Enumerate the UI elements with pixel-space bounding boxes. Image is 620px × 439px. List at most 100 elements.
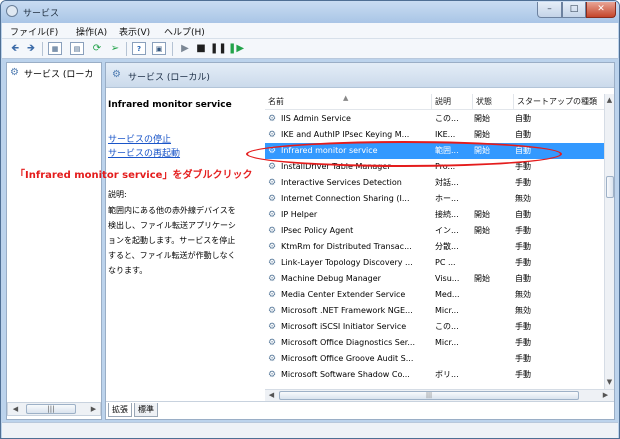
cell-name: IKE and AuthIP IPsec Keying M... xyxy=(281,130,410,139)
scroll-thumb[interactable]: ||| xyxy=(279,391,579,400)
scroll-right-arrow-icon[interactable]: ▶ xyxy=(87,403,100,415)
pause-service-icon[interactable]: ❚❚ xyxy=(210,42,227,55)
table-row[interactable]: ⚙ Microsoft Office Diagnostics Ser... Micr… xyxy=(265,335,604,351)
service-gear-icon: ⚙ xyxy=(268,146,277,156)
scroll-down-arrow-icon[interactable]: ▼ xyxy=(603,376,616,388)
tab-extended[interactable]: 拡張 xyxy=(108,403,132,417)
services-app-icon xyxy=(6,5,18,17)
column-header-description[interactable]: 説明 xyxy=(432,94,473,110)
restart-service-icon[interactable]: ❚▶ xyxy=(228,42,244,55)
forward-arrow-icon[interactable]: 🡺 xyxy=(24,42,38,55)
column-header-status[interactable]: 状態 xyxy=(473,94,514,110)
description-label: 説明: xyxy=(108,190,127,199)
help-icon[interactable]: ? xyxy=(132,42,146,55)
menu-help[interactable]: ヘルプ(H) xyxy=(164,25,205,38)
column-header-startup-type[interactable]: スタートアップの種類 xyxy=(514,94,604,110)
table-row[interactable]: ⚙ IP Helper 接続... 開始 自動 xyxy=(265,207,604,223)
table-row[interactable]: ⚙ IPsec Policy Agent イン... 開始 手動 xyxy=(265,223,604,239)
cell-startup: 無効 xyxy=(515,290,531,299)
table-row[interactable]: ⚙ Media Center Extender Service Med... 無効 xyxy=(265,287,604,303)
annotation-instruction: 「Infrared monitor service」をダブルクリック xyxy=(15,170,253,181)
cell-name: Interactive Services Detection xyxy=(281,178,402,187)
cell-name: Microsoft Office Groove Audit S... xyxy=(281,354,414,363)
cell-desc: IKE... xyxy=(435,130,456,139)
service-gear-icon: ⚙ xyxy=(268,178,277,188)
cell-desc xyxy=(435,351,473,367)
table-row[interactable]: ⚙ Machine Debug Manager Visu... 開始 自動 xyxy=(265,271,604,287)
list-vertical-scrollbar[interactable]: ▲ ▼ xyxy=(604,94,614,389)
menu-view[interactable]: 表示(V) xyxy=(119,25,150,38)
minimize-button[interactable]: – xyxy=(537,2,562,18)
menu-bar: ファイル(F) 操作(A) 表示(V) ヘルプ(H) xyxy=(2,23,618,39)
cell-status xyxy=(474,255,514,271)
cell-startup: 自動 xyxy=(515,114,531,123)
table-row[interactable]: ⚙ Infrared monitor service 範囲... 開始 自動 xyxy=(265,143,604,159)
cell-status: 開始 xyxy=(474,226,490,235)
tree-horizontal-scrollbar[interactable]: ◀ ||| ▶ xyxy=(7,402,101,416)
scroll-up-arrow-icon[interactable]: ▲ xyxy=(603,94,616,106)
cell-name: Microsoft iSCSI Initiator Service xyxy=(281,322,407,331)
cell-desc: ホー... xyxy=(435,194,459,203)
table-row[interactable]: ⚙ IIS Admin Service この... 開始 自動 xyxy=(265,111,604,127)
show-hide-pane-icon[interactable]: ▣ xyxy=(152,42,166,55)
cell-status xyxy=(474,175,514,191)
table-row[interactable]: ⚙ InstallDriver Table Manager Pro... 手動 xyxy=(265,159,604,175)
start-service-icon[interactable]: ▶ xyxy=(178,42,192,55)
table-row[interactable]: ⚙ Interactive Services Detection 対話... 手動 xyxy=(265,175,604,191)
column-header-name[interactable]: 名前 xyxy=(265,94,432,110)
service-gear-icon: ⚙ xyxy=(268,210,277,220)
console-tree-icon[interactable]: ▦ xyxy=(48,42,62,55)
cell-startup: 手動 xyxy=(515,354,531,363)
restart-service-link[interactable]: サービスの再起動 xyxy=(108,146,180,159)
table-row[interactable]: ⚙ Link-Layer Topology Discovery ... PC ...… xyxy=(265,255,604,271)
pane-title: サービス (ローカル) xyxy=(128,73,210,83)
service-gear-icon: ⚙ xyxy=(268,354,277,364)
cell-name: Media Center Extender Service xyxy=(281,290,406,299)
menu-file[interactable]: ファイル(F) xyxy=(10,25,58,38)
table-row[interactable]: ⚙ Internet Connection Sharing (I... ホー... 無… xyxy=(265,191,604,207)
refresh-icon[interactable]: ⟳ xyxy=(90,42,104,55)
cell-desc: Pro... xyxy=(435,162,456,171)
scroll-left-arrow-icon[interactable]: ◀ xyxy=(265,389,278,401)
scroll-thumb[interactable] xyxy=(606,176,614,198)
services-pane: ⚙ サービス (ローカル) Infrared monitor service サ… xyxy=(105,62,615,420)
table-row[interactable]: ⚙ IKE and AuthIP IPsec Keying M... IKE... 開… xyxy=(265,127,604,143)
table-row[interactable]: ⚙ Microsoft Office Groove Audit S... 手動 xyxy=(265,351,604,367)
maximize-button[interactable]: □ xyxy=(562,2,586,18)
service-gear-icon: ⚙ xyxy=(268,114,277,124)
menu-action[interactable]: 操作(A) xyxy=(76,25,107,38)
tree-item-services-local[interactable]: サービス (ローカ xyxy=(24,67,93,80)
cell-startup: 自動 xyxy=(515,274,531,283)
cell-startup: 手動 xyxy=(515,178,531,187)
table-row[interactable]: ⚙ KtmRm for Distributed Transac... 分散... 手動 xyxy=(265,239,604,255)
service-gear-icon: ⚙ xyxy=(268,370,277,380)
cell-name: Microsoft Software Shadow Co... xyxy=(281,370,410,379)
cell-startup: 手動 xyxy=(515,338,531,347)
close-button[interactable]: ✕ xyxy=(586,2,616,18)
pane-header: ⚙ サービス (ローカル) xyxy=(106,63,614,88)
cell-startup: 無効 xyxy=(515,194,531,203)
cell-name: Link-Layer Topology Discovery ... xyxy=(281,258,413,267)
services-gear-icon: ⚙ xyxy=(10,67,19,78)
scroll-right-arrow-icon[interactable]: ▶ xyxy=(599,389,612,401)
properties-sheet-icon[interactable]: ▤ xyxy=(70,42,84,55)
title-bar[interactable]: サービス – □ ✕ xyxy=(1,1,619,23)
table-row[interactable]: ⚙ Microsoft .NET Framework NGE... Micr... 無… xyxy=(265,303,604,319)
cell-startup: 手動 xyxy=(515,322,531,331)
cell-desc: 分散... xyxy=(435,242,459,251)
table-row[interactable]: ⚙ Microsoft iSCSI Initiator Service この... 手… xyxy=(265,319,604,335)
scroll-left-arrow-icon[interactable]: ◀ xyxy=(9,403,22,415)
service-gear-icon: ⚙ xyxy=(268,290,277,300)
table-row[interactable]: ⚙ Microsoft Software Shadow Co... ボリ... 手動 xyxy=(265,367,604,383)
stop-service-link[interactable]: サービスの停止 xyxy=(108,132,171,145)
service-gear-icon: ⚙ xyxy=(268,258,277,268)
tab-standard[interactable]: 標準 xyxy=(134,403,158,417)
sort-ascending-icon: ▲ xyxy=(343,94,349,102)
list-horizontal-scrollbar[interactable]: ◀ ||| ▶ xyxy=(265,389,614,401)
stop-service-icon[interactable]: ■ xyxy=(194,42,208,55)
export-list-icon[interactable]: ➢ xyxy=(108,42,122,55)
back-arrow-icon[interactable]: 🡸 xyxy=(8,42,22,55)
console-tree-pane: ⚙ サービス (ローカ xyxy=(6,62,102,420)
cell-startup: 自動 xyxy=(515,130,531,139)
scroll-thumb[interactable]: ||| xyxy=(26,404,76,414)
